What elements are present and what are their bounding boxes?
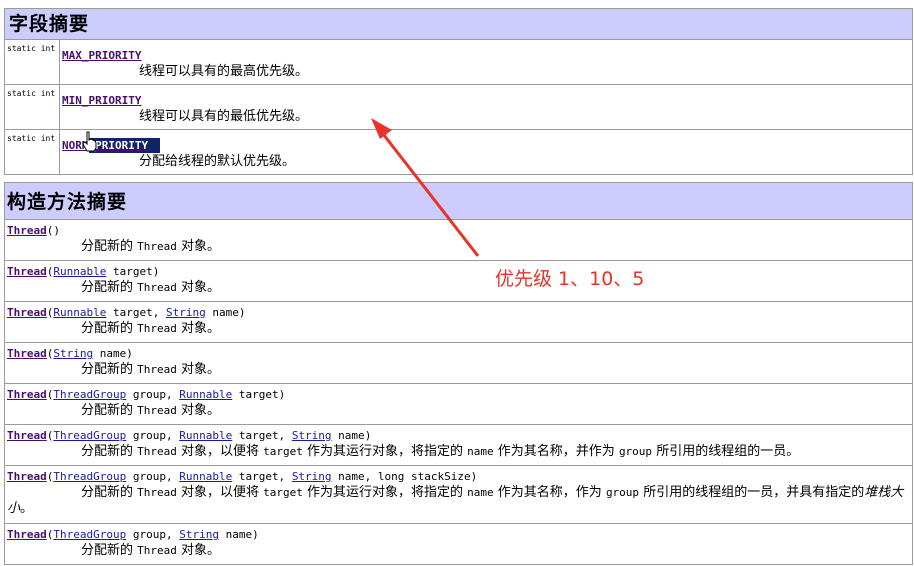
annotation-text: 优先级 1、10、5	[495, 268, 645, 290]
hand-cursor-icon	[82, 131, 97, 152]
arrow-head	[371, 118, 392, 139]
arrow-shaft	[378, 129, 480, 257]
annotation-arrow	[371, 118, 480, 257]
